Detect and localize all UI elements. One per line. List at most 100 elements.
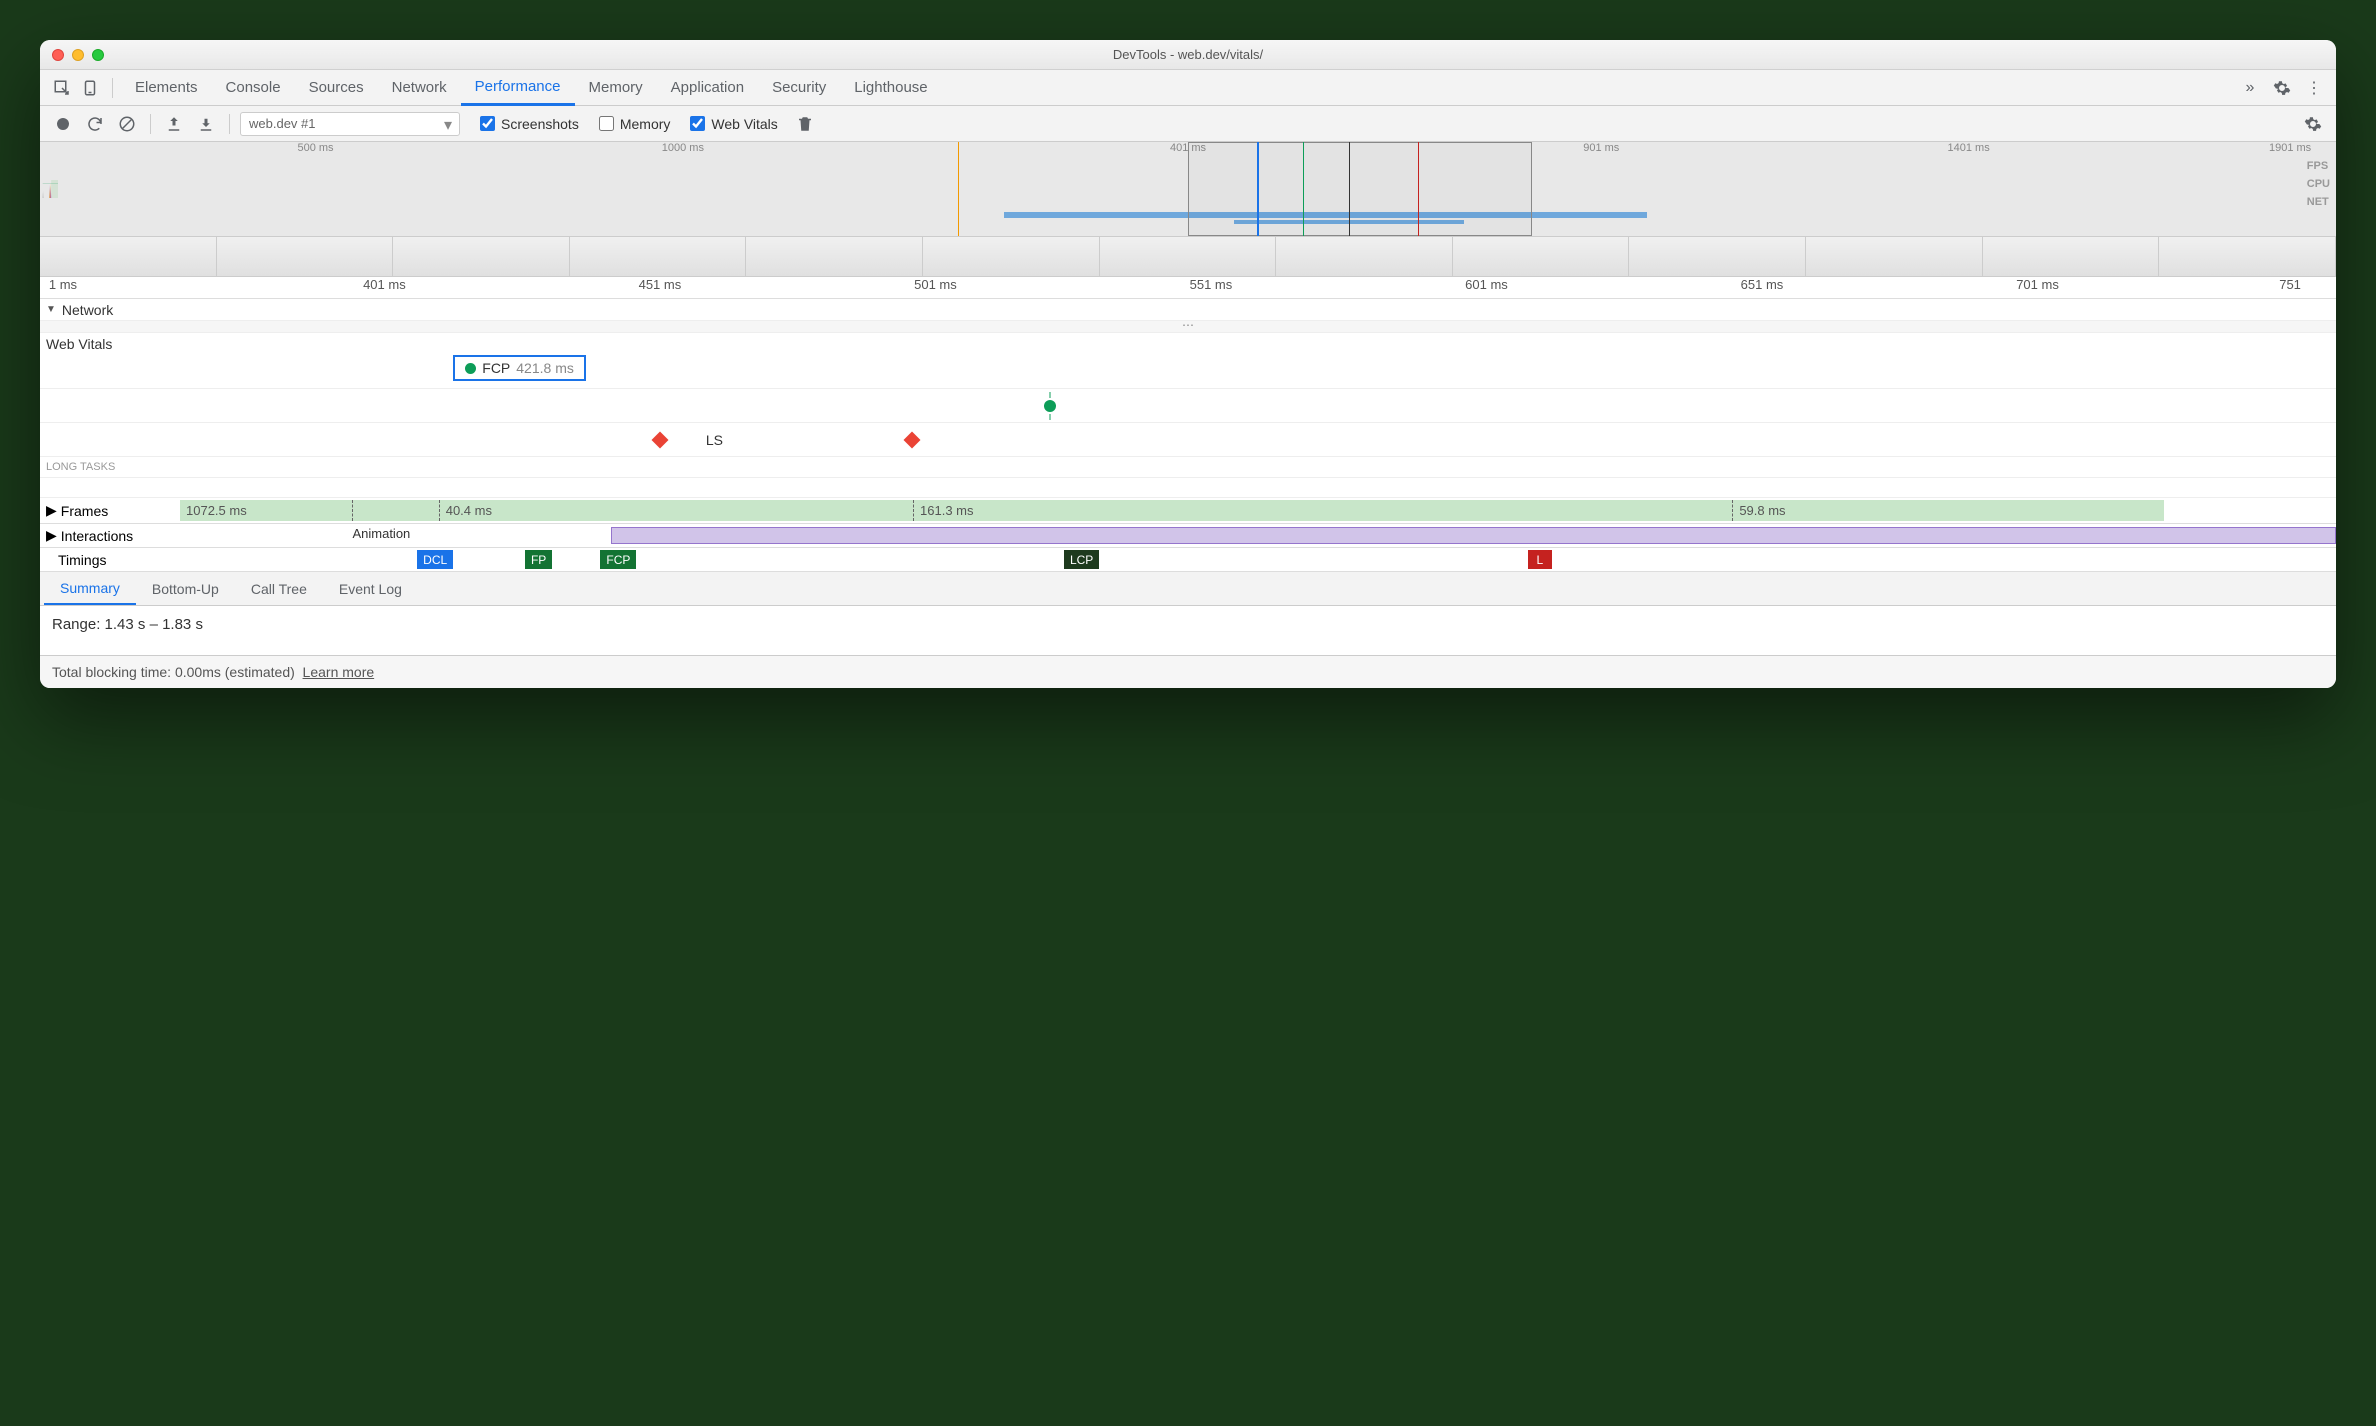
tab-elements[interactable]: Elements [121,70,212,106]
long-tasks-row [40,478,2336,498]
webvitals-fcp-row: FCP 421.8 ms [40,355,2336,389]
expand-arrow-icon: ▶ [46,527,57,544]
frames-content[interactable]: 1072.5 ms 40.4 ms 161.3 ms 59.8 ms [180,498,2336,523]
timing-fcp[interactable]: FCP [600,550,636,569]
tab-security[interactable]: Security [758,70,840,106]
timing-lcp[interactable]: LCP [1064,550,1099,569]
interactions-header[interactable]: ▶ Interactions [40,527,180,544]
details-tabs: Summary Bottom-Up Call Tree Event Log [40,572,2336,606]
ls-label: LS [706,432,723,448]
animation-bar[interactable] [611,527,2336,544]
frame-segment[interactable] [352,500,438,521]
tab-console[interactable]: Console [212,70,295,106]
delete-button[interactable] [792,111,818,137]
tab-application[interactable]: Application [657,70,758,106]
timing-fp[interactable]: FP [525,550,552,569]
screenshot-thumb[interactable] [1629,237,1806,276]
save-profile-button[interactable] [193,111,219,137]
lcp-marker[interactable] [1044,400,1056,412]
screenshot-thumb[interactable] [393,237,570,276]
screenshot-thumb[interactable] [746,237,923,276]
layout-shift-marker[interactable] [904,431,921,448]
more-tabs-icon[interactable]: » [2236,74,2264,102]
device-toolbar-icon[interactable] [76,74,104,102]
titlebar: DevTools - web.dev/vitals/ [40,40,2336,70]
screenshots-checkbox-input[interactable] [480,116,495,131]
footer: Total blocking time: 0.00ms (estimated) … [40,656,2336,688]
reload-record-button[interactable] [82,111,108,137]
webvitals-header: Web Vitals [40,333,2336,355]
summary-range: Range: 1.43 s – 1.83 s [52,616,2324,633]
minimize-window-button[interactable] [72,49,84,61]
tab-performance[interactable]: Performance [461,70,575,106]
record-button[interactable] [50,111,76,137]
tab-network[interactable]: Network [378,70,461,106]
traffic-lights [52,49,104,61]
tab-memory[interactable]: Memory [575,70,657,106]
total-blocking-time: Total blocking time: 0.00ms (estimated) [52,664,295,680]
frame-segment[interactable]: 59.8 ms [1732,500,2163,521]
screenshot-thumb[interactable] [40,237,217,276]
expand-arrow-icon: ▶ [46,502,57,519]
screenshot-thumb[interactable] [923,237,1100,276]
screenshot-thumb[interactable] [217,237,394,276]
screenshot-strip[interactable] [40,237,2336,277]
flamechart-time-ruler[interactable]: 1 ms 401 ms 451 ms 501 ms 551 ms 601 ms … [40,277,2336,299]
screenshot-thumb[interactable] [2159,237,2336,276]
webvitals-checkbox[interactable]: Web Vitals [690,116,777,132]
screenshot-thumb[interactable] [1276,237,1453,276]
fcp-marker[interactable]: FCP 421.8 ms [453,355,586,381]
webvitals-track: Web Vitals FCP 421.8 ms LS LONG TASKS [40,333,2336,498]
timing-dcl[interactable]: DCL [417,550,453,569]
overview-marker-green [1303,142,1304,236]
memory-checkbox-input[interactable] [599,116,614,131]
frame-segment[interactable]: 1072.5 ms [180,500,352,521]
tab-sources[interactable]: Sources [295,70,378,106]
timing-load[interactable]: L [1528,550,1553,569]
maximize-window-button[interactable] [92,49,104,61]
screenshot-thumb[interactable] [1100,237,1277,276]
screenshot-thumb[interactable] [1453,237,1630,276]
learn-more-link[interactable]: Learn more [303,664,375,680]
overview-pane[interactable]: 500 ms 1000 ms 401 ms 901 ms 1401 ms 190… [40,142,2336,237]
details-tab-event-log[interactable]: Event Log [323,572,418,605]
webvitals-ls-row: LS [40,423,2336,457]
divider [112,78,113,98]
recording-select[interactable]: web.dev #1 [240,112,460,136]
capture-settings-icon[interactable] [2300,111,2326,137]
settings-icon[interactable] [2268,74,2296,102]
screenshots-checkbox[interactable]: Screenshots [480,116,579,132]
details-tab-summary[interactable]: Summary [44,572,136,605]
memory-checkbox[interactable]: Memory [599,116,671,132]
close-window-button[interactable] [52,49,64,61]
tab-lighthouse[interactable]: Lighthouse [840,70,941,106]
overview-viewport-handle[interactable] [1188,142,1532,236]
collapsed-indicator[interactable]: ⋯ [40,321,2336,333]
frame-segment[interactable]: 161.3 ms [913,500,1732,521]
webvitals-lcp-row [40,389,2336,423]
clear-button[interactable] [114,111,140,137]
window-title: DevTools - web.dev/vitals/ [1113,47,1263,62]
details-tab-bottom-up[interactable]: Bottom-Up [136,572,235,605]
screenshot-thumb[interactable] [1806,237,1983,276]
details-tab-call-tree[interactable]: Call Tree [235,572,323,605]
kebab-menu-icon[interactable]: ⋮ [2300,74,2328,102]
timings-content[interactable]: DCL FP FCP LCP L [180,548,2336,571]
frames-track: ▶ Frames 1072.5 ms 40.4 ms 161.3 ms 59.8… [40,498,2336,524]
load-profile-button[interactable] [161,111,187,137]
timings-track: Timings DCL FP FCP LCP L [40,548,2336,572]
inspect-element-icon[interactable] [48,74,76,102]
timings-header[interactable]: Timings [40,552,180,568]
frame-segment[interactable]: 40.4 ms [439,500,913,521]
frames-header[interactable]: ▶ Frames [40,498,180,523]
long-tasks-label: LONG TASKS [40,457,2336,478]
screenshot-thumb[interactable] [570,237,747,276]
recording-select-wrap[interactable]: web.dev #1 [240,112,460,136]
webvitals-checkbox-input[interactable] [690,116,705,131]
devtools-window: DevTools - web.dev/vitals/ Elements Cons… [40,40,2336,688]
interactions-content[interactable]: Animation [180,524,2336,547]
layout-shift-marker[interactable] [651,431,668,448]
separator [229,114,230,134]
screenshot-thumb[interactable] [1983,237,2160,276]
overview-marker-orange [958,142,959,236]
